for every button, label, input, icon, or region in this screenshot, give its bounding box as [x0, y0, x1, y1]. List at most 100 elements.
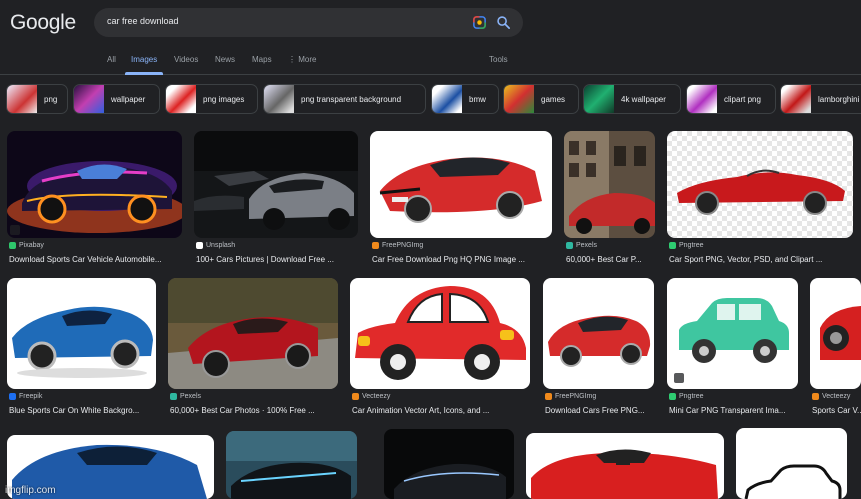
more-dots-icon: ⋮ [288, 55, 296, 64]
source-favicon-icon [372, 242, 379, 249]
chip-png[interactable]: png [6, 84, 68, 114]
result-image[interactable] [168, 278, 338, 389]
result-source[interactable]: Pngtree [669, 242, 704, 249]
header: Google car free download All Images Vide… [0, 0, 861, 75]
chip-4k-wallpaper[interactable]: 4k wallpaper [583, 84, 681, 114]
related-search-chips: png wallpaper png images png transparent… [6, 84, 861, 114]
source-name: Pexels [576, 242, 598, 249]
search-input[interactable]: car free download [107, 16, 179, 26]
watermark: imgflip.com [5, 485, 56, 496]
google-logo[interactable]: Google [10, 11, 76, 35]
chip-thumbnail [166, 85, 196, 113]
chip-clipart-png[interactable]: clipart png [686, 84, 776, 114]
result-caption[interactable]: Download Cars Free PNG... [545, 406, 656, 415]
source-favicon-icon [669, 393, 676, 400]
result-caption[interactable]: 60,000+ Best Car Photos · 100% Free ... [170, 406, 340, 415]
source-name: Vecteezy [362, 393, 391, 400]
result-image[interactable] [370, 131, 552, 238]
result-caption[interactable]: Download Sports Car Vehicle Automobile..… [9, 255, 184, 264]
search-box[interactable]: car free download [94, 8, 523, 37]
result-image[interactable] [226, 431, 357, 499]
result-image[interactable] [526, 433, 724, 499]
result-source[interactable]: Freepik [9, 393, 42, 400]
result-image[interactable] [384, 429, 514, 499]
result-caption[interactable]: Sports Car V... [812, 406, 861, 415]
source-favicon-icon [9, 393, 16, 400]
chip-label: lamborghini [818, 94, 860, 104]
result-image[interactable] [667, 278, 798, 389]
chip-label: png images [203, 94, 245, 104]
source-name: Unsplash [206, 242, 236, 249]
result-source[interactable]: Pngtree [669, 393, 704, 400]
google-lens-icon[interactable] [472, 15, 487, 30]
source-favicon-icon [812, 393, 819, 400]
source-name: Vecteezy [822, 393, 851, 400]
tab-maps[interactable]: Maps [252, 55, 272, 64]
result-source[interactable]: FreePNGImg [372, 242, 423, 249]
result-source[interactable]: Pexels [170, 393, 201, 400]
result-image[interactable] [7, 278, 156, 389]
result-caption[interactable]: 100+ Cars Pictures | Download Free ... [196, 255, 360, 264]
tools-button[interactable]: Tools [489, 55, 508, 64]
tab-more[interactable]: ⋮ More [288, 55, 316, 64]
tab-images[interactable]: Images [131, 55, 157, 64]
search-icon[interactable] [496, 15, 511, 30]
chip-bmw[interactable]: bmw [431, 84, 499, 114]
chip-label: games [541, 94, 566, 104]
chip-games[interactable]: games [503, 84, 579, 114]
source-name: Pngtree [679, 393, 704, 400]
result-source[interactable]: Unsplash [196, 242, 235, 249]
result-image[interactable] [7, 131, 182, 238]
result-image[interactable] [667, 131, 853, 238]
chip-thumbnail [7, 85, 37, 113]
result-caption[interactable]: Car Free Download Png HQ PNG Image ... [372, 255, 554, 264]
result-image[interactable] [736, 428, 847, 499]
chip-thumbnail [504, 85, 534, 113]
chip-lamborghini[interactable]: lamborghini [780, 84, 861, 114]
result-source[interactable]: Vecteezy [812, 393, 850, 400]
image-badge-icon [674, 373, 684, 383]
chip-label: png transparent background [301, 94, 402, 104]
result-caption[interactable]: Car Sport PNG, Vector, PSD, and Clipart … [669, 255, 855, 264]
source-favicon-icon [9, 242, 16, 249]
source-favicon-icon [545, 393, 552, 400]
source-favicon-icon [566, 242, 573, 249]
chip-thumbnail [432, 85, 462, 113]
result-source[interactable]: FreePNGImg [545, 393, 596, 400]
result-caption[interactable]: Blue Sports Car On White Backgro... [9, 406, 158, 415]
tab-videos[interactable]: Videos [174, 55, 198, 64]
result-caption[interactable]: Car Animation Vector Art, Icons, and ... [352, 406, 532, 415]
search-tabs: All Images Videos News Maps ⋮ More Tools [0, 52, 861, 75]
chip-png-transparent-background[interactable]: png transparent background [263, 84, 426, 114]
active-tab-indicator [125, 72, 163, 75]
result-source[interactable]: Vecteezy [352, 393, 390, 400]
source-name: Pexels [180, 393, 202, 400]
source-favicon-icon [352, 393, 359, 400]
source-favicon-icon [196, 242, 203, 249]
chip-wallpaper[interactable]: wallpaper [73, 84, 160, 114]
chip-thumbnail [264, 85, 294, 113]
result-image[interactable] [543, 278, 654, 389]
chip-thumbnail [584, 85, 614, 113]
tab-all[interactable]: All [107, 55, 116, 64]
chip-label: bmw [469, 94, 486, 104]
source-name: Freepik [19, 393, 43, 400]
result-caption[interactable]: 60,000+ Best Car P... [566, 255, 657, 264]
result-source[interactable]: Pixabay [9, 242, 44, 249]
result-source[interactable]: Pexels [566, 242, 597, 249]
result-image[interactable] [810, 278, 861, 389]
chip-thumbnail [781, 85, 811, 113]
result-image[interactable] [564, 131, 655, 238]
result-image[interactable] [350, 278, 530, 389]
result-image[interactable] [194, 131, 358, 238]
chip-label: png [44, 94, 58, 104]
chip-thumbnail [74, 85, 104, 113]
chip-png-images[interactable]: png images [165, 84, 258, 114]
source-name: FreePNGImg [555, 393, 597, 400]
source-name: Pngtree [679, 242, 704, 249]
tab-news[interactable]: News [215, 55, 235, 64]
chip-thumbnail [687, 85, 717, 113]
result-caption[interactable]: Mini Car PNG Transparent Ima... [669, 406, 800, 415]
chip-label: 4k wallpaper [621, 94, 666, 104]
source-name: FreePNGImg [382, 242, 424, 249]
